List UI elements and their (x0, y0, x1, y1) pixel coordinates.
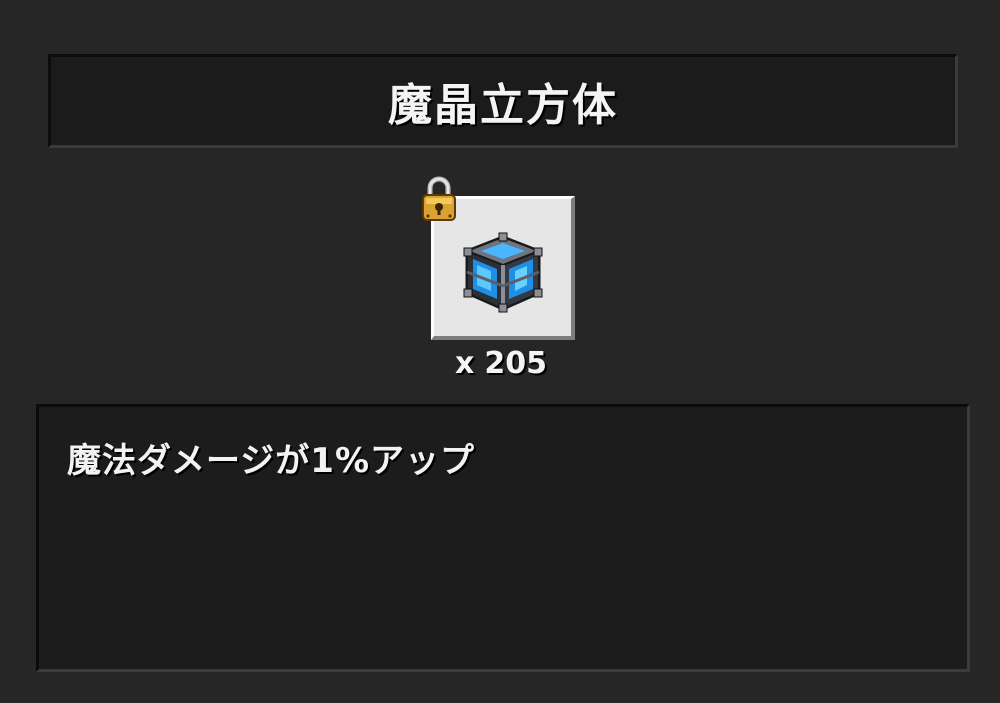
magic-crystal-cube-icon (463, 232, 543, 313)
item-description-panel: 魔法ダメージが1%アップ (36, 404, 970, 672)
item-description: 魔法ダメージが1%アップ (67, 441, 476, 481)
quantity-value: 205 (484, 346, 547, 381)
quantity-prefix: x (455, 346, 475, 381)
lock-icon[interactable] (421, 176, 457, 222)
item-title: 魔晶立方体 (388, 80, 618, 131)
item-title-bar: 魔晶立方体 (48, 54, 958, 148)
item-slot-container[interactable] (421, 176, 577, 344)
item-quantity: x 205 (421, 346, 581, 381)
